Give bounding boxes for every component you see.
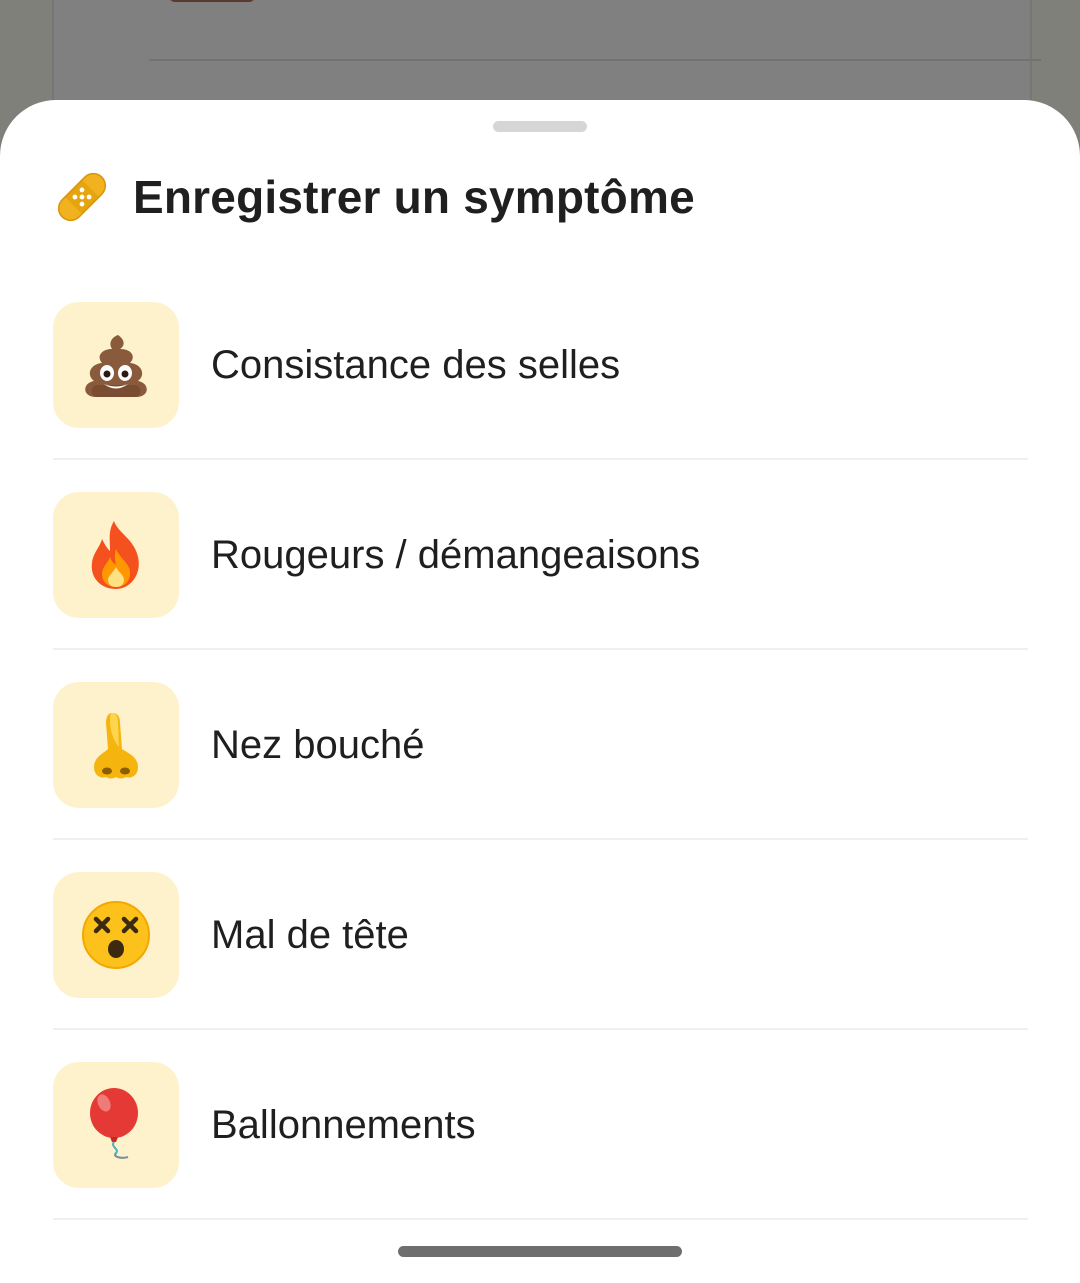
symptom-item-bloating[interactable]: Ballonnements	[53, 1030, 1028, 1220]
symptom-label: Consistance des selles	[211, 342, 621, 387]
symptom-icon-tile	[53, 872, 179, 998]
fire-icon	[84, 519, 148, 591]
sheet-title: Enregistrer un symptôme	[133, 171, 695, 223]
symptom-label: Ballonnements	[211, 1102, 476, 1147]
symptom-icon-tile	[53, 302, 179, 428]
nose-icon	[88, 709, 144, 781]
symptom-label: Rougeurs / démangeaisons	[211, 532, 701, 577]
symptom-item-redness-itching[interactable]: Rougeurs / démangeaisons	[53, 460, 1028, 650]
symptom-label: Nez bouché	[211, 722, 425, 767]
background-divider	[149, 59, 1041, 61]
background-thumbnail	[169, 0, 255, 2]
sheet-header: Enregistrer un symptôme	[53, 164, 695, 230]
symptom-icon-tile	[53, 682, 179, 808]
symptom-icon-tile	[53, 1062, 179, 1188]
symptom-bottom-sheet: Enregistrer un symptôme Consistance des …	[0, 100, 1080, 1283]
symptom-label: Mal de tête	[211, 912, 409, 957]
symptom-item-stuffy-nose[interactable]: Nez bouché	[53, 650, 1028, 840]
bandage-icon	[53, 168, 111, 226]
balloon-icon	[86, 1087, 146, 1163]
sheet-drag-handle[interactable]	[493, 121, 587, 132]
dizzy-face-icon	[80, 899, 152, 971]
symptom-icon-tile	[53, 492, 179, 618]
symptom-item-headache[interactable]: Mal de tête	[53, 840, 1028, 1030]
poop-icon	[80, 329, 152, 401]
home-indicator-bar[interactable]	[398, 1246, 682, 1257]
symptom-item-stool-consistency[interactable]: Consistance des selles	[53, 270, 1028, 460]
symptom-list: Consistance des selles Rougeurs / démang…	[53, 270, 1028, 1220]
